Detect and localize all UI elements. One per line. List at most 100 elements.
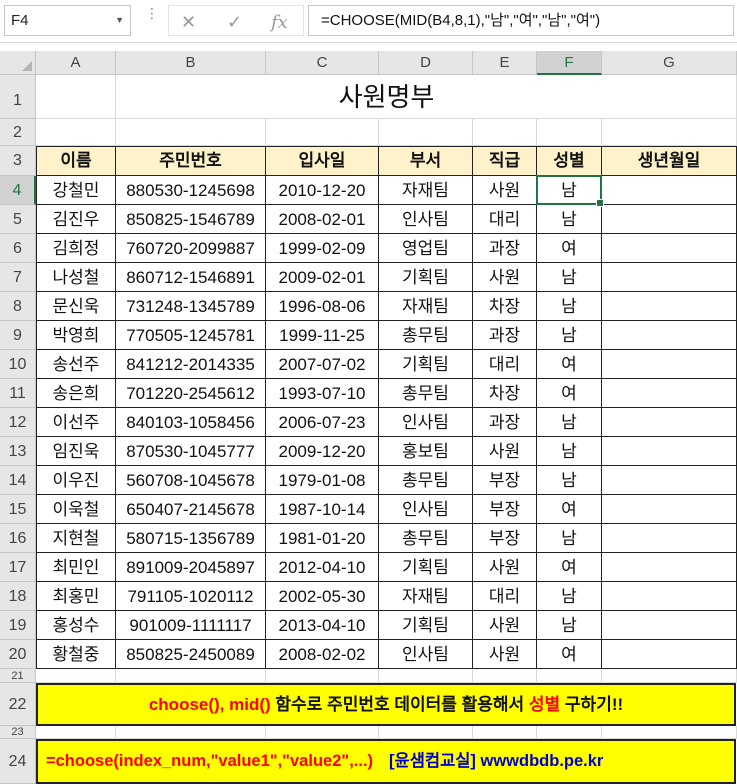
row-header-4[interactable]: 4 — [0, 176, 36, 205]
formula-input[interactable]: =CHOOSE(MID(B4,8,1),"남","여","남","여") — [308, 5, 734, 36]
cell[interactable] — [116, 669, 266, 683]
data-cell[interactable]: 사원 — [473, 611, 537, 640]
data-cell[interactable]: 남 — [537, 205, 602, 234]
cell[interactable] — [116, 726, 266, 739]
row-header-18[interactable]: 18 — [0, 582, 36, 611]
data-cell[interactable] — [602, 234, 737, 263]
row-header-15[interactable]: 15 — [0, 495, 36, 524]
row-header-7[interactable]: 7 — [0, 263, 36, 292]
row-header-17[interactable]: 17 — [0, 553, 36, 582]
row-header-2[interactable]: 2 — [0, 119, 36, 146]
selected-cell-f4[interactable] — [536, 175, 604, 207]
data-cell[interactable]: 남 — [537, 524, 602, 553]
data-cell[interactable] — [602, 379, 737, 408]
data-cell[interactable]: 송선주 — [36, 350, 116, 379]
data-cell[interactable]: 남 — [537, 408, 602, 437]
data-cell[interactable]: 2008-02-01 — [266, 205, 379, 234]
data-cell[interactable]: 이욱철 — [36, 495, 116, 524]
table-header-cell[interactable]: 성별 — [537, 146, 602, 176]
data-cell[interactable]: 560708-1045678 — [116, 466, 266, 495]
data-cell[interactable]: 여 — [537, 495, 602, 524]
data-cell[interactable]: 여 — [537, 553, 602, 582]
data-cell[interactable]: 2008-02-02 — [266, 640, 379, 669]
data-cell[interactable]: 850825-2450089 — [116, 640, 266, 669]
data-cell[interactable] — [602, 582, 737, 611]
data-cell[interactable]: 이선주 — [36, 408, 116, 437]
data-cell[interactable]: 870530-1045777 — [116, 437, 266, 466]
data-cell[interactable]: 인사팀 — [379, 495, 473, 524]
data-cell[interactable]: 남 — [537, 292, 602, 321]
data-cell[interactable]: 영업팀 — [379, 234, 473, 263]
column-header-g[interactable]: G — [602, 51, 737, 75]
data-cell[interactable]: 사원 — [473, 176, 537, 205]
data-cell[interactable]: 남 — [537, 611, 602, 640]
data-cell[interactable]: 남 — [537, 263, 602, 292]
data-cell[interactable]: 860712-1546891 — [116, 263, 266, 292]
row-header-16[interactable]: 16 — [0, 524, 36, 553]
cell[interactable] — [116, 119, 266, 146]
row-header-19[interactable]: 19 — [0, 611, 36, 640]
data-cell[interactable]: 과장 — [473, 408, 537, 437]
data-cell[interactable]: 2009-02-01 — [266, 263, 379, 292]
row-header-11[interactable]: 11 — [0, 379, 36, 408]
data-cell[interactable]: 임진욱 — [36, 437, 116, 466]
data-cell[interactable]: 자재팀 — [379, 582, 473, 611]
data-cell[interactable]: 580715-1356789 — [116, 524, 266, 553]
data-cell[interactable]: 기획팀 — [379, 263, 473, 292]
data-cell[interactable]: 760720-2099887 — [116, 234, 266, 263]
data-cell[interactable]: 총무팀 — [379, 466, 473, 495]
row-header-22[interactable]: 22 — [0, 683, 36, 726]
data-cell[interactable]: 부장 — [473, 495, 537, 524]
column-header-e[interactable]: E — [473, 51, 537, 75]
table-header-cell[interactable]: 입사일 — [266, 146, 379, 176]
table-header-cell[interactable]: 주민번호 — [116, 146, 266, 176]
cell[interactable] — [473, 119, 537, 146]
data-cell[interactable] — [602, 495, 737, 524]
data-cell[interactable]: 총무팀 — [379, 321, 473, 350]
data-cell[interactable]: 기획팀 — [379, 350, 473, 379]
data-cell[interactable]: 701220-2545612 — [116, 379, 266, 408]
data-cell[interactable]: 과장 — [473, 321, 537, 350]
select-all-button[interactable] — [0, 51, 36, 75]
data-cell[interactable]: 1981-01-20 — [266, 524, 379, 553]
data-cell[interactable]: 891009-2045897 — [116, 553, 266, 582]
data-cell[interactable]: 김희정 — [36, 234, 116, 263]
data-cell[interactable]: 남 — [537, 582, 602, 611]
cell[interactable] — [36, 669, 116, 683]
data-cell[interactable]: 770505-1245781 — [116, 321, 266, 350]
cancel-icon[interactable]: ✕ — [181, 12, 196, 33]
data-cell[interactable]: 부장 — [473, 466, 537, 495]
data-cell[interactable]: 홍성수 — [36, 611, 116, 640]
data-cell[interactable]: 자재팀 — [379, 176, 473, 205]
data-cell[interactable]: 기획팀 — [379, 611, 473, 640]
data-cell[interactable]: 여 — [537, 640, 602, 669]
data-cell[interactable]: 791105-1020112 — [116, 582, 266, 611]
data-cell[interactable]: 2010-12-20 — [266, 176, 379, 205]
column-header-c[interactable]: C — [266, 51, 379, 75]
data-cell[interactable]: 1999-02-09 — [266, 234, 379, 263]
data-cell[interactable]: 인사팀 — [379, 640, 473, 669]
data-cell[interactable]: 차장 — [473, 292, 537, 321]
data-cell[interactable]: 2012-04-10 — [266, 553, 379, 582]
cell[interactable] — [36, 119, 116, 146]
row-header-21[interactable]: 21 — [0, 669, 36, 683]
data-cell[interactable] — [602, 466, 737, 495]
cell[interactable] — [602, 669, 737, 683]
table-header-cell[interactable]: 이름 — [36, 146, 116, 176]
data-cell[interactable]: 과장 — [473, 234, 537, 263]
cell[interactable] — [379, 669, 473, 683]
data-cell[interactable]: 김진우 — [36, 205, 116, 234]
data-cell[interactable]: 홍보팀 — [379, 437, 473, 466]
cell[interactable] — [602, 119, 737, 146]
data-cell[interactable]: 1987-10-14 — [266, 495, 379, 524]
data-cell[interactable]: 남 — [537, 437, 602, 466]
row-header-12[interactable]: 12 — [0, 408, 36, 437]
data-cell[interactable]: 901009-1111117 — [116, 611, 266, 640]
table-header-cell[interactable]: 부서 — [379, 146, 473, 176]
data-cell[interactable]: 2006-07-23 — [266, 408, 379, 437]
data-cell[interactable]: 부장 — [473, 524, 537, 553]
cell[interactable] — [537, 669, 602, 683]
row-header-23[interactable]: 23 — [0, 726, 36, 739]
data-cell[interactable]: 이우진 — [36, 466, 116, 495]
data-cell[interactable] — [602, 640, 737, 669]
